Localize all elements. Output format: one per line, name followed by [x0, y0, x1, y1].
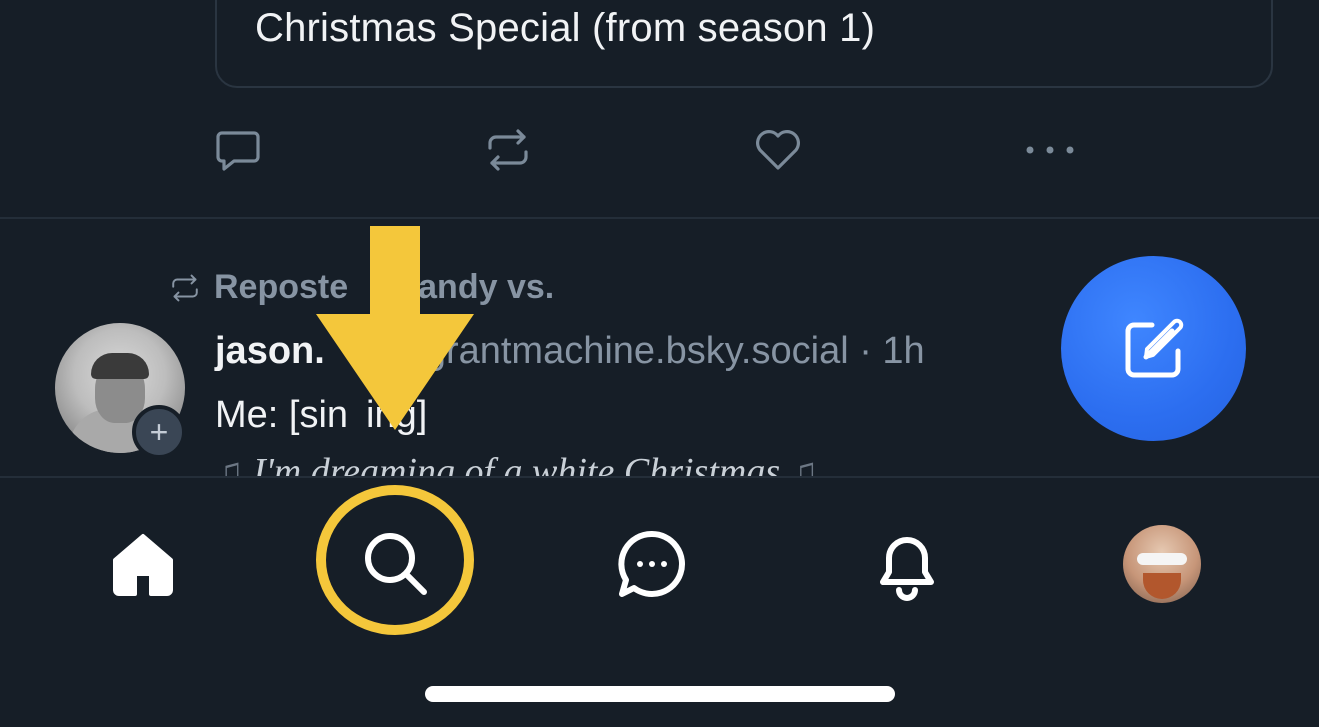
- separator: ·: [848, 330, 883, 372]
- app-screen: Christmas Special (from season 1) Repost…: [0, 0, 1319, 727]
- author-name: jason.: [215, 330, 325, 372]
- more-icon: [1026, 146, 1074, 154]
- post-time: 1h: [882, 330, 925, 372]
- annotation-arrow: [316, 226, 474, 430]
- repost-icon: [488, 129, 528, 171]
- embed-card[interactable]: Christmas Special (from season 1): [215, 0, 1273, 88]
- tab-profile[interactable]: [1112, 514, 1212, 614]
- annotation-highlight-circle: [316, 485, 474, 635]
- compose-icon: [1125, 318, 1183, 377]
- bell-icon: [880, 537, 934, 601]
- heart-icon: [756, 130, 800, 170]
- tab-notifications[interactable]: [857, 514, 957, 614]
- chat-icon: [618, 530, 685, 597]
- author-handle: grantmachine.bsky.social: [424, 330, 849, 372]
- post-divider: [0, 217, 1319, 219]
- more-options-button[interactable]: [1020, 120, 1080, 180]
- follow-button[interactable]: +: [132, 405, 186, 459]
- tab-home[interactable]: [93, 514, 193, 614]
- compose-button[interactable]: [1061, 256, 1246, 441]
- post-actions: [0, 120, 1319, 180]
- profile-avatar: [1123, 525, 1201, 603]
- home-icon: [113, 534, 173, 596]
- home-indicator[interactable]: [425, 686, 895, 702]
- reply-button[interactable]: [208, 120, 268, 180]
- repost-icon: [172, 274, 198, 301]
- repost-button[interactable]: [478, 120, 538, 180]
- like-button[interactable]: [748, 120, 808, 180]
- embed-title: Christmas Special (from season 1): [255, 6, 876, 50]
- comment-icon: [216, 131, 260, 171]
- tab-chat[interactable]: [602, 514, 702, 614]
